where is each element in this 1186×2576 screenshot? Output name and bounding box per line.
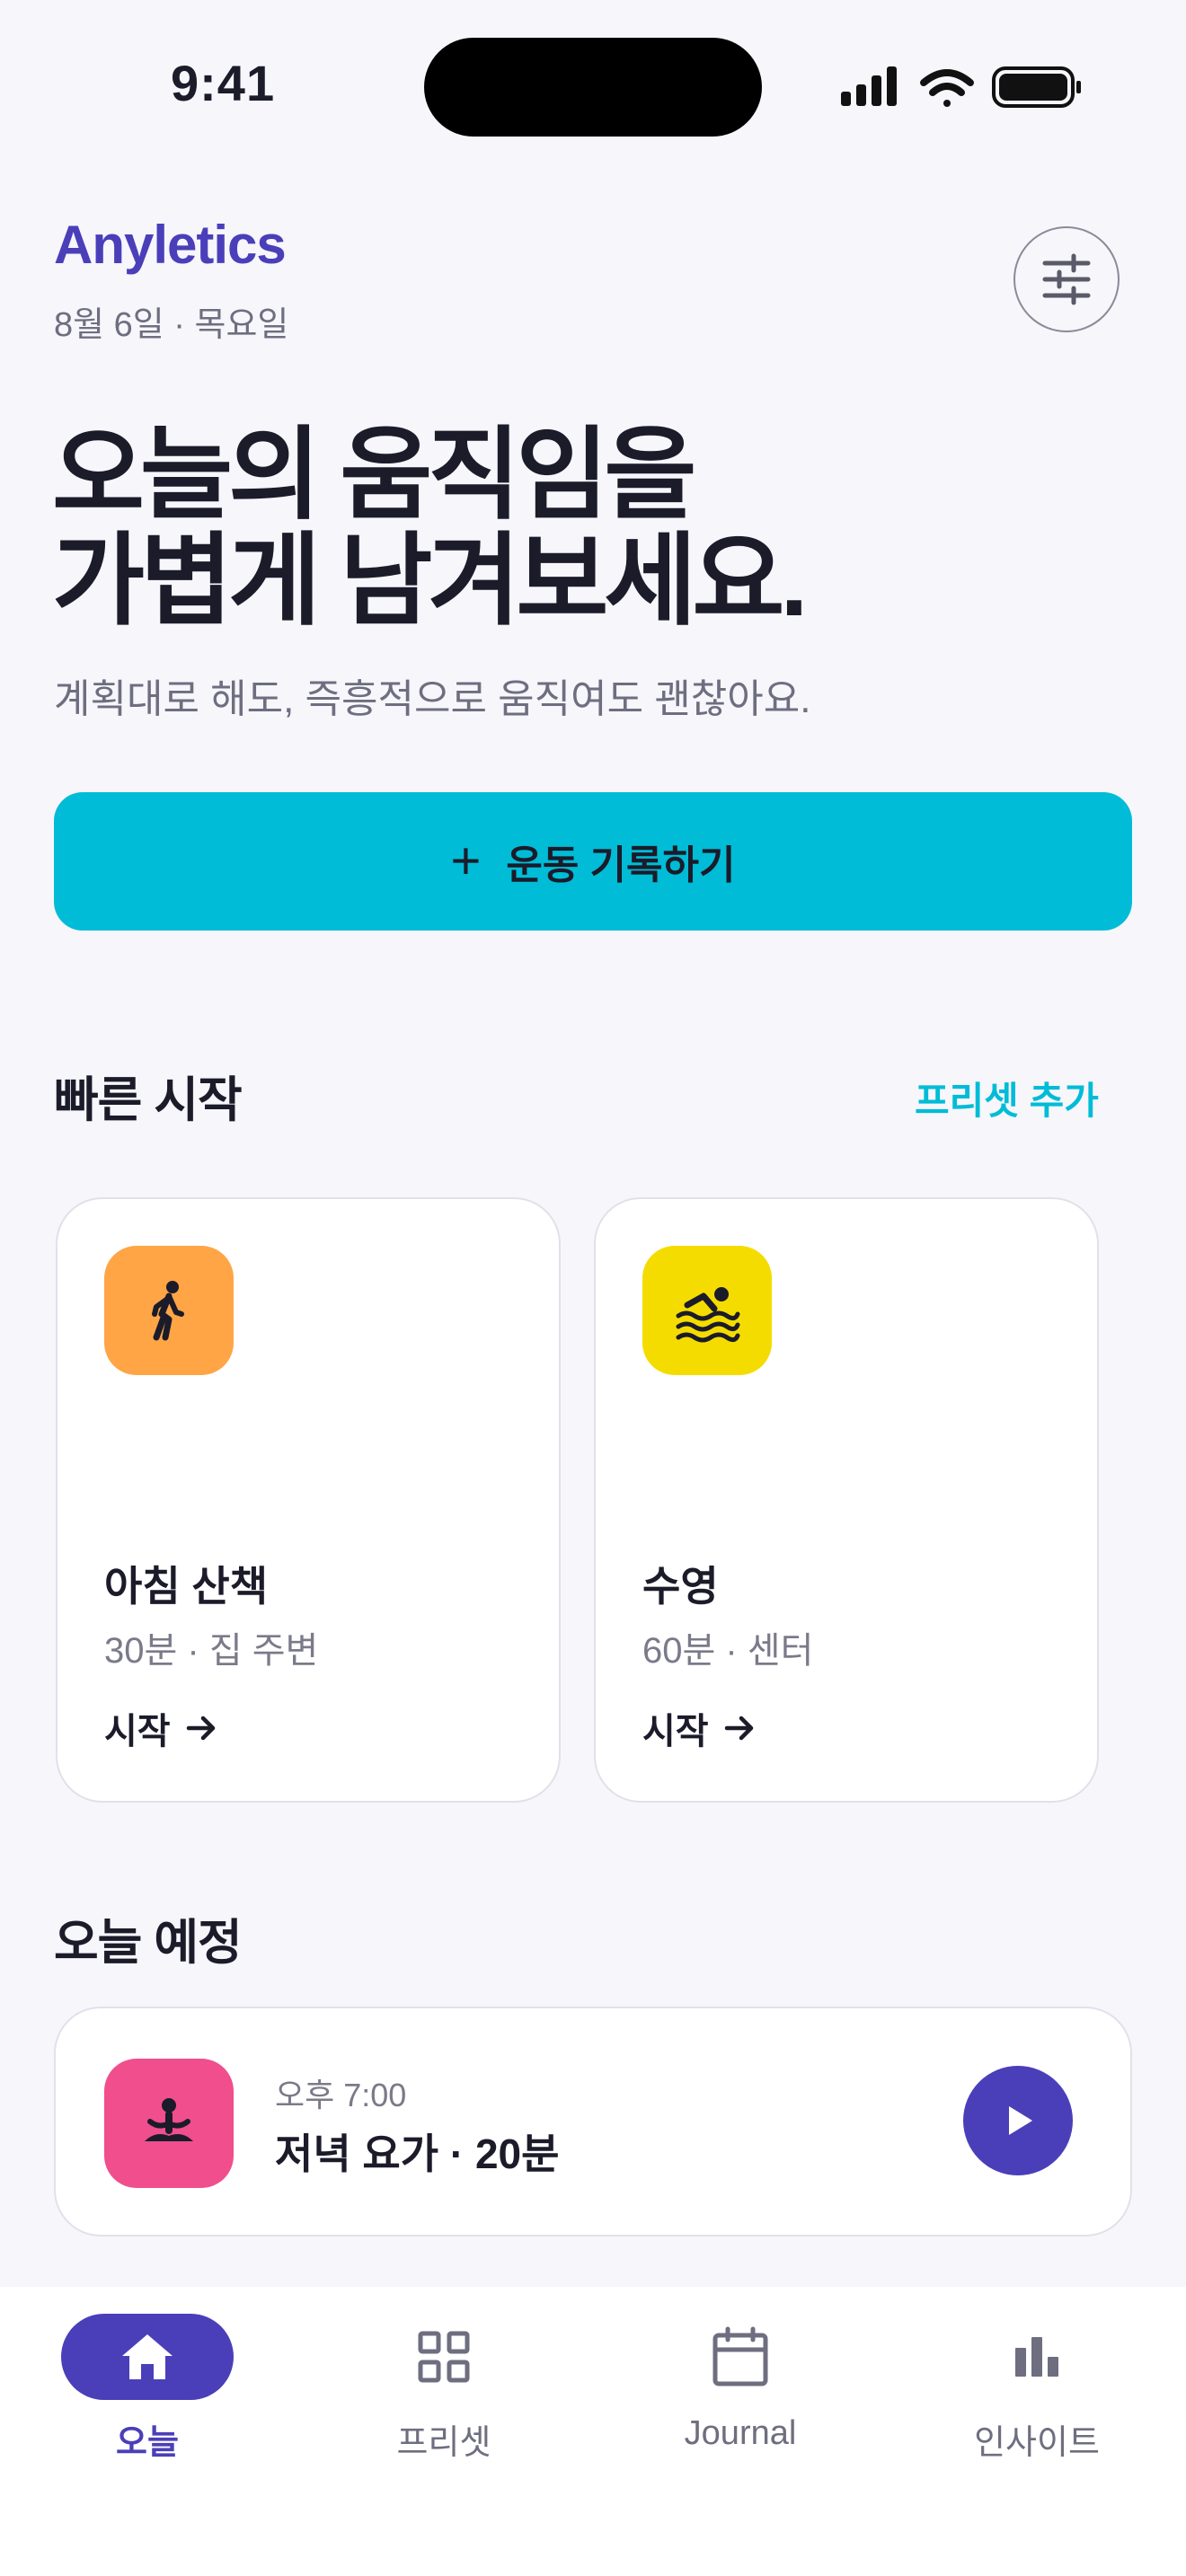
tab-presets-label: 프리셋 [396, 2424, 491, 2462]
preset-meta: 30분 · 집 주변 [104, 1631, 319, 1671]
tab-journal-pill [654, 2314, 827, 2400]
hero-subtitle: 계획대로 해도, 즉흥적으로 움직여도 괜찮아요. [54, 677, 811, 721]
hero-title: 오늘의 움직임을 가볍게 남겨보세요. [52, 422, 1130, 634]
grid-icon [418, 2331, 470, 2383]
arrow-right-icon [186, 1716, 215, 1741]
app-logo: Anyletics [54, 215, 287, 275]
start-preset-button[interactable]: 시작 [104, 1702, 219, 1754]
swimming-icon [642, 1246, 772, 1375]
quick-start-title: 빠른 시작 [54, 1073, 243, 1127]
add-preset-link[interactable]: 프리셋 추가 [915, 1071, 1099, 1125]
log-workout-label: 운동 기록하기 [506, 843, 736, 887]
play-button[interactable] [963, 2066, 1073, 2175]
start-label: 시작 [642, 1712, 709, 1751]
plus-icon: + [450, 832, 482, 890]
start-label: 시작 [104, 1712, 171, 1751]
tab-insights-pill [951, 2314, 1123, 2400]
tab-journal[interactable]: Journal [651, 2314, 830, 2453]
sliders-icon [1042, 253, 1091, 305]
scheduled-title: 저녁 요가 · 20분 [275, 2130, 560, 2177]
preset-card-morning-walk[interactable]: 아침 산책 30분 · 집 주변 시작 [56, 1197, 561, 1803]
wifi-icon [920, 69, 974, 107]
yoga-icon [104, 2059, 234, 2188]
tab-presets-pill [358, 2314, 530, 2400]
tab-today-pill [61, 2314, 234, 2400]
tab-presets[interactable]: 프리셋 [354, 2314, 534, 2464]
today-schedule-title: 오늘 예정 [54, 1916, 243, 1970]
walking-icon [104, 1246, 234, 1375]
preset-title: 수영 [642, 1563, 719, 1610]
calendar-icon [712, 2326, 768, 2386]
preset-card-swimming[interactable]: 수영 60분 · 센터 시작 [594, 1197, 1099, 1803]
status-icons [841, 66, 1081, 108]
hero-title-line2: 가볍게 남겨보세요. [52, 525, 809, 637]
preset-title: 아침 산책 [104, 1563, 269, 1610]
tab-today-label: 오늘 [116, 2424, 179, 2462]
log-workout-button[interactable]: + 운동 기록하기 [54, 792, 1132, 931]
tab-insights-label: 인사이트 [974, 2424, 1100, 2462]
scheduled-workout-card[interactable]: 오후 7:00 저녁 요가 · 20분 [54, 2007, 1132, 2236]
scheduled-time: 오후 7:00 [275, 2077, 407, 2113]
filter-settings-button[interactable] [1013, 226, 1120, 332]
arrow-right-icon [724, 1716, 753, 1741]
cellular-signal-icon [841, 66, 897, 106]
current-date: 8월 6일 · 목요일 [54, 306, 289, 344]
tab-journal-label: Journal [684, 2414, 797, 2452]
hero-title-line1: 오늘의 움직임을 [52, 419, 696, 531]
tab-today[interactable]: 오늘 [58, 2314, 237, 2464]
play-icon [1009, 2106, 1032, 2135]
dynamic-island [424, 38, 762, 137]
tab-insights[interactable]: 인사이트 [947, 2314, 1127, 2464]
start-preset-button[interactable]: 시작 [642, 1702, 757, 1754]
status-time: 9:41 [171, 55, 276, 111]
status-bar: 9:41 [0, 0, 1186, 153]
battery-icon [992, 66, 1081, 108]
preset-meta: 60분 · 센터 [642, 1631, 814, 1671]
header: Anyletics 8월 6일 · 목요일 [54, 207, 1132, 350]
bar-chart-icon [1015, 2337, 1058, 2377]
home-icon [122, 2334, 173, 2379]
bottom-tab-bar: 오늘 프리셋 Journal 인사이트 [0, 2287, 1186, 2576]
